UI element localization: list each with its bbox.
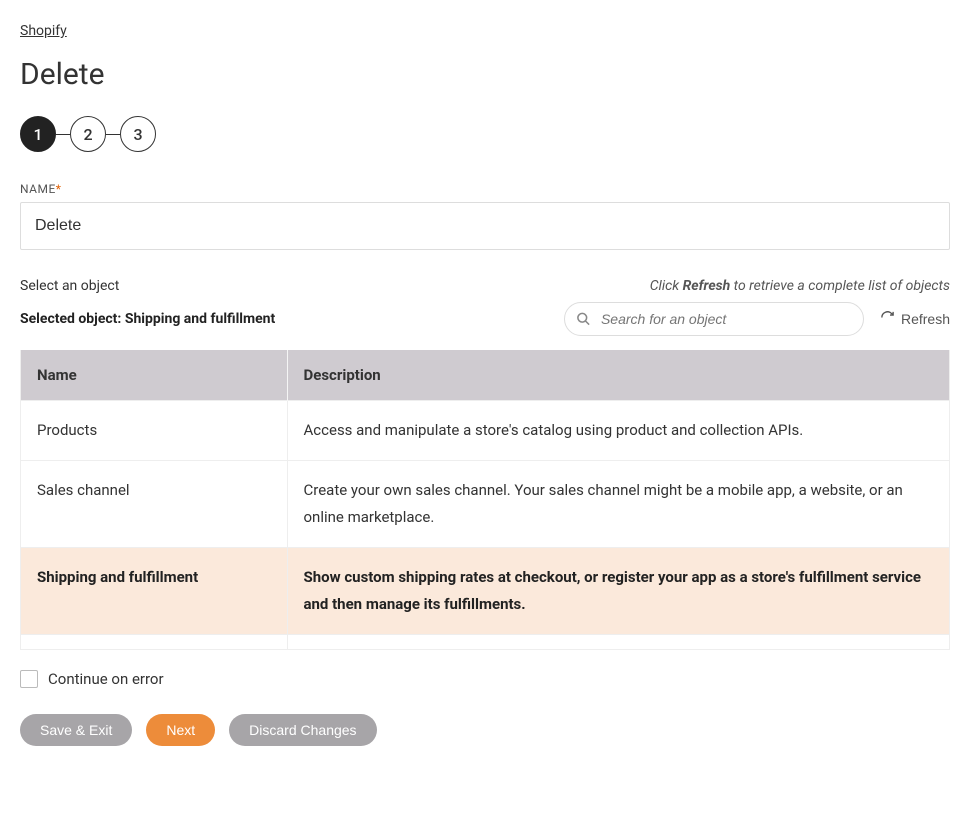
step-2[interactable]: 2 <box>70 116 106 152</box>
breadcrumb-shopify[interactable]: Shopify <box>20 23 67 39</box>
step-3[interactable]: 3 <box>120 116 156 152</box>
object-table-scroll[interactable]: Name Description ProductsAccess and mani… <box>21 350 949 649</box>
name-label: NAME* <box>20 182 950 196</box>
refresh-button[interactable]: Refresh <box>880 310 950 328</box>
discard-changes-button[interactable]: Discard Changes <box>229 714 376 746</box>
table-row[interactable]: Sales channelCreate your own sales chann… <box>21 461 949 548</box>
object-table: Name Description ProductsAccess and mani… <box>21 350 949 649</box>
stepper: 1 2 3 <box>20 116 950 152</box>
object-table-container: Name Description ProductsAccess and mani… <box>20 350 950 650</box>
continue-on-error-checkbox[interactable] <box>20 670 38 688</box>
table-row[interactable]: Store propertyManage a store's configura… <box>21 635 949 650</box>
refresh-icon <box>880 310 895 328</box>
search-icon <box>576 312 591 327</box>
cell-name: Shipping and fulfillment <box>21 548 287 635</box>
step-connector <box>56 134 70 135</box>
refresh-hint: Click Refresh to retrieve a complete lis… <box>650 278 950 294</box>
cell-description: Create your own sales channel. Your sale… <box>287 461 949 548</box>
cell-description: Access and manipulate a store's catalog … <box>287 401 949 461</box>
page-title: Delete <box>20 57 950 92</box>
selected-object-label: Selected object: Shipping and fulfillmen… <box>20 311 275 327</box>
cell-description: Show custom shipping rates at checkout, … <box>287 548 949 635</box>
cell-name: Products <box>21 401 287 461</box>
save-exit-button[interactable]: Save & Exit <box>20 714 132 746</box>
required-asterisk: * <box>56 182 62 196</box>
name-input[interactable] <box>20 202 950 250</box>
table-row[interactable]: Shipping and fulfillmentShow custom ship… <box>21 548 949 635</box>
step-1[interactable]: 1 <box>20 116 56 152</box>
table-header-name: Name <box>21 350 287 401</box>
search-input[interactable] <box>564 302 864 336</box>
cell-description: Manage a store's configuration. <box>287 635 949 650</box>
select-object-label: Select an object <box>20 278 119 294</box>
refresh-label: Refresh <box>901 311 950 327</box>
table-row[interactable]: ProductsAccess and manipulate a store's … <box>21 401 949 461</box>
next-button[interactable]: Next <box>146 714 215 746</box>
step-connector <box>106 134 120 135</box>
table-header-description: Description <box>287 350 949 401</box>
cell-name: Store property <box>21 635 287 650</box>
continue-on-error-label: Continue on error <box>48 670 164 688</box>
cell-name: Sales channel <box>21 461 287 548</box>
